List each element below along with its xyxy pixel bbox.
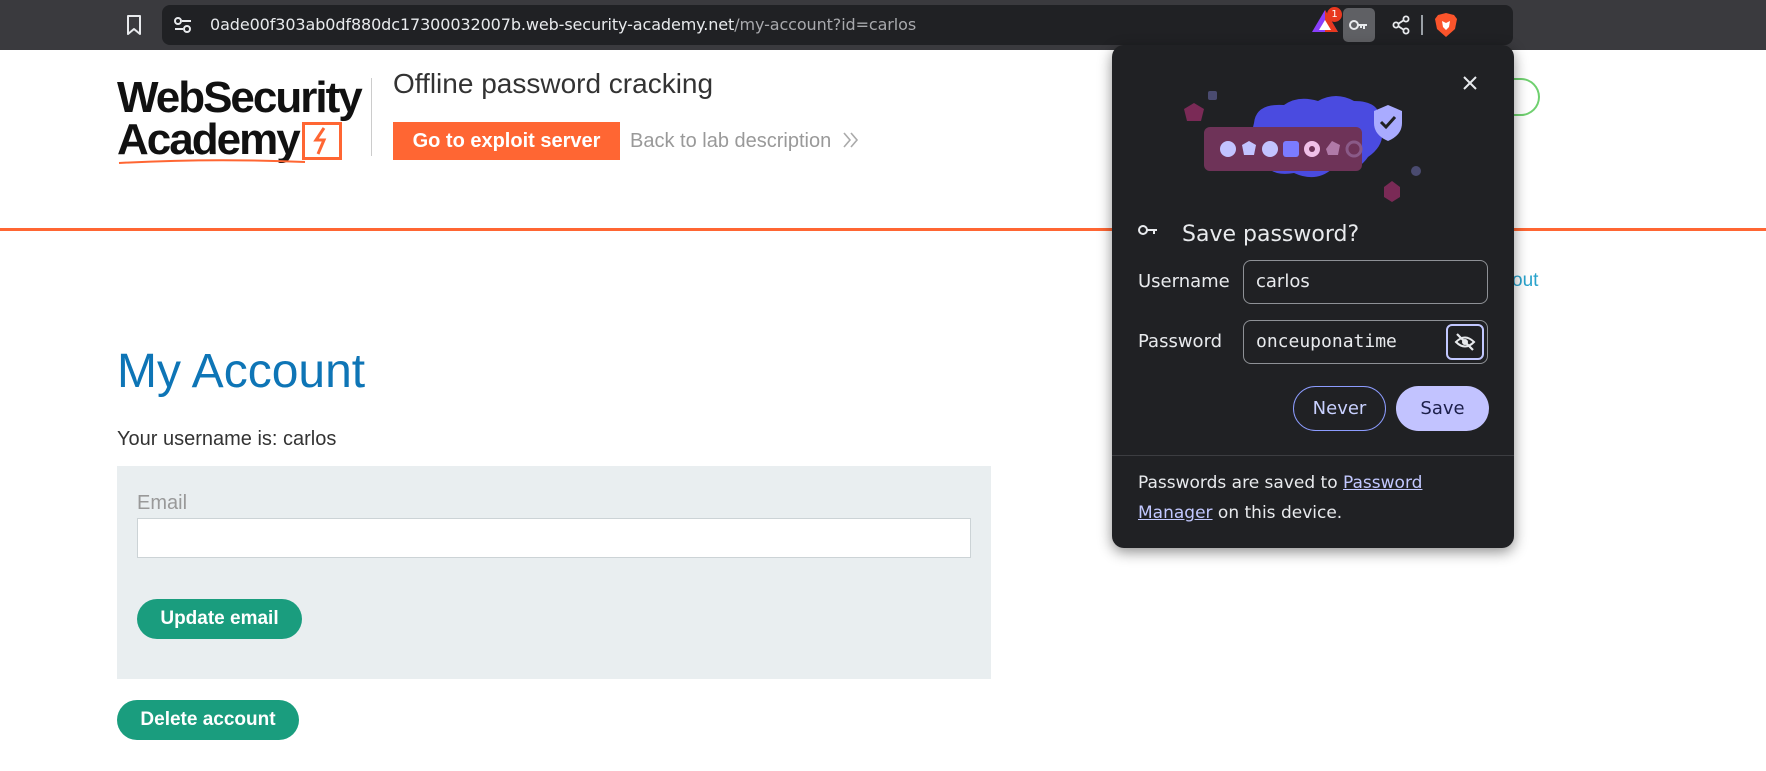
exploit-server-button[interactable]: Go to exploit server	[393, 122, 620, 160]
email-input[interactable]	[137, 518, 971, 558]
footer-suffix: on this device.	[1212, 503, 1343, 523]
username-text: Your username is: carlos	[117, 428, 337, 450]
logo-swoosh-icon	[118, 159, 306, 164]
close-icon[interactable]	[1458, 71, 1482, 95]
username-label: Username	[1138, 271, 1230, 292]
double-chevron-icon	[843, 132, 859, 148]
email-form: Email Update email	[117, 466, 991, 679]
browser-toolbar: 0ade00f303ab0df880dc17300032007b.web-sec…	[0, 0, 1766, 50]
back-to-lab-link[interactable]: Back to lab description	[630, 130, 831, 153]
password-label: Password	[1138, 331, 1223, 352]
notification-badge: 1	[1327, 7, 1342, 22]
bookmark-icon[interactable]	[122, 12, 146, 38]
lab-status-badge	[1510, 78, 1540, 116]
email-label: Email	[137, 492, 188, 514]
save-button[interactable]: Save	[1396, 386, 1489, 431]
password-illustration-icon	[1184, 91, 1421, 202]
save-password-popup: Save password? Username carlos Password …	[1112, 45, 1514, 548]
logout-link[interactable]: out	[1512, 270, 1538, 292]
hide-password-icon[interactable]	[1446, 324, 1484, 360]
brave-shields-icon[interactable]	[1434, 12, 1458, 38]
url-host: 0ade00f303ab0df880dc17300032007b.web-sec…	[210, 15, 735, 34]
lab-title: Offline password cracking	[393, 68, 714, 99]
delete-account-button[interactable]: Delete account	[117, 700, 299, 740]
update-email-button[interactable]: Update email	[137, 599, 302, 639]
logo-bolt-icon	[302, 122, 342, 160]
username-input[interactable]: carlos	[1243, 260, 1488, 304]
url-text[interactable]: 0ade00f303ab0df880dc17300032007b.web-sec…	[210, 15, 916, 34]
password-key-icon[interactable]	[1343, 8, 1375, 42]
key-icon	[1138, 225, 1157, 235]
footer-prefix: Passwords are saved to	[1138, 473, 1344, 493]
share-icon[interactable]	[1389, 13, 1413, 37]
page-title: My Account	[117, 345, 366, 398]
popup-footer: Passwords are saved to Password Manager …	[1138, 468, 1498, 528]
never-button[interactable]: Never	[1293, 386, 1386, 431]
url-path: /my-account?id=carlos	[734, 15, 917, 34]
popup-title: Save password?	[1182, 222, 1360, 247]
toolbar-separator	[1421, 15, 1423, 35]
popup-divider	[1112, 455, 1514, 456]
web-security-academy-logo[interactable]: WebSecurity Academy	[117, 74, 367, 166]
site-settings-icon[interactable]	[172, 15, 194, 35]
logo-text-line2: Academy	[117, 115, 301, 164]
header-divider	[371, 78, 372, 156]
